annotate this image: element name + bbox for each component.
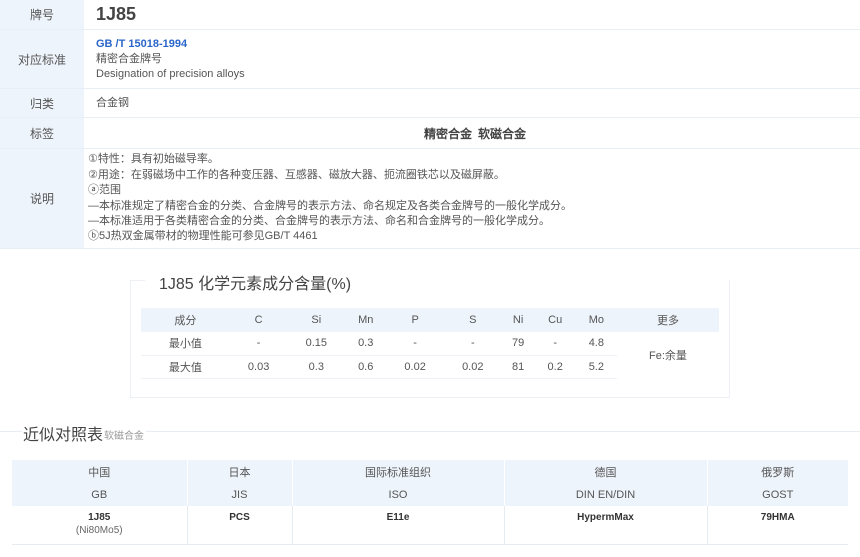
standard-name-en: Designation of precision alloys [96, 68, 245, 80]
xref-grade-name: PCS [229, 512, 250, 523]
grade-value: 1J85 [96, 4, 137, 24]
comp-header-cell: Mn [345, 308, 387, 332]
category-label: 归类 [0, 89, 84, 117]
xref-grade-note: (Ni80Mo5) [75, 525, 123, 536]
xref-grade-name: E11e [386, 512, 410, 523]
description-label: 说明 [0, 149, 84, 248]
description-line: —本标准适用于各类精密合金的分类、合金牌号的表示方法、命名和合金牌号的一般化学成… [88, 214, 550, 227]
xref-standard-row: GB JIS ISO DIN EN/DIN GOST [12, 483, 848, 506]
comp-header-cell: Mo [575, 308, 617, 332]
xref-grade-cell[interactable]: E11e [291, 506, 504, 545]
description-row: 说明 ①特性：具有初始磁导率。 ②用途：在弱磁场中工作的各种变压器、互感器、磁放… [0, 149, 860, 249]
standard-label: 对应标准 [0, 30, 84, 88]
comp-header-cell: Cu [534, 308, 576, 332]
comp-cell: 0.03 [229, 355, 288, 379]
xref-country-cell: 日本 [186, 460, 292, 483]
comp-header-cell: S [443, 308, 502, 332]
comp-row-label: 最大值 [141, 355, 230, 379]
tag-soft-magnetic-alloy[interactable]: 软磁合金 [478, 125, 526, 142]
comp-header-cell: P [386, 308, 444, 332]
xref-standard-cell: GOST [706, 483, 848, 506]
comp-row-label: 最小值 [141, 332, 230, 356]
xref-subtitle: 软磁合金 [104, 431, 144, 442]
xref-standard-cell: JIS [186, 483, 292, 506]
comp-header-cell: 成分 [141, 308, 230, 332]
xref-table: 中国 日本 国际标准组织 德国 俄罗斯 GB JIS ISO DIN EN/DI… [12, 460, 848, 545]
xref-country-cell: 国际标准组织 [291, 460, 504, 483]
xref-grade-name: 79HMA [760, 512, 795, 523]
xref-grade-name: 1J85 [88, 512, 111, 523]
description-line: ①特性：具有初始磁导率。 [88, 153, 219, 166]
comp-cell: 5.2 [575, 355, 617, 379]
comp-cell: 0.2 [534, 355, 576, 379]
comp-cell: - [534, 332, 576, 356]
xref-country-cell: 中国 [12, 460, 187, 483]
tags-label: 标签 [0, 118, 84, 148]
comp-cell: 0.6 [345, 355, 387, 379]
comp-header-cell: C [229, 308, 288, 332]
comp-cell: - [443, 332, 502, 356]
grade-row: 牌号 1J85 [0, 0, 860, 30]
xref-title: 近似对照表 [23, 427, 104, 444]
xref-divider-right [146, 431, 860, 432]
standard-name-cn: 精密合金牌号 [96, 53, 162, 65]
standard-code-link[interactable]: GB /T 15018-1994 [96, 36, 860, 52]
comp-header-cell: Ni [501, 308, 535, 332]
xref-grade-cell[interactable]: HypermMax [503, 506, 707, 545]
comp-cell: 0.3 [345, 332, 387, 356]
xref-country-cell: 德国 [503, 460, 707, 483]
xref-standard-cell: ISO [291, 483, 504, 506]
comp-cell: 0.3 [287, 355, 346, 379]
comp-cell: 0.02 [443, 355, 502, 379]
composition-title: 1J85 化学元素成分含量(%) [153, 270, 358, 294]
composition-table: 成分 C Si Mn P S Ni Cu Mo 更多 最小值 - 0.15 0.… [141, 308, 719, 379]
description-line: ⓐ范围 [88, 184, 121, 197]
xref-grade-cell[interactable]: PCS [186, 506, 292, 545]
category-value: 合金钢 [96, 96, 129, 109]
description-line: —本标准规定了精密合金的分类、合金牌号的表示方法、命名规定及各类合金牌号的一般化… [88, 199, 572, 212]
xref-grade-cell[interactable]: 1J85 (Ni80Mo5) [12, 506, 187, 545]
comp-header-more: 更多 [616, 308, 719, 332]
composition-header-row: 成分 C Si Mn P S Ni Cu Mo 更多 [141, 308, 719, 332]
comp-cell: - [386, 332, 444, 356]
description-line: ⓑ5J热双金属带材的物理性能可参见GB/T 4461 [88, 230, 318, 243]
comp-cell: 0.15 [287, 332, 346, 356]
xref-standard-cell: GB [12, 483, 187, 506]
comp-more-value: Fe:余量 [649, 350, 687, 362]
comp-cell: 0.02 [386, 355, 444, 379]
grade-label: 牌号 [0, 0, 84, 29]
description-line: ②用途：在弱磁场中工作的各种变压器、互感器、磁放大器、扼流圈铁芯以及磁屏蔽。 [88, 168, 505, 181]
xref-country-row: 中国 日本 国际标准组织 德国 俄罗斯 [12, 460, 848, 483]
standard-row: 对应标准 GB /T 15018-1994 精密合金牌号 Designation… [0, 30, 860, 89]
xref-grade-name: HypermMax [577, 512, 634, 523]
comp-header-cell: Si [287, 308, 346, 332]
alloy-info-table: 牌号 1J85 对应标准 GB /T 15018-1994 精密合金牌号 Des… [0, 0, 860, 249]
xref-grade-cell[interactable]: 79HMA [706, 506, 848, 545]
comp-cell: 81 [501, 355, 535, 379]
xref-standard-cell: DIN EN/DIN [503, 483, 707, 506]
tags-row: 标签 精密合金 软磁合金 [0, 118, 860, 149]
comp-cell: - [229, 332, 288, 356]
category-row: 归类 合金钢 [0, 89, 860, 118]
xref-country-cell: 俄罗斯 [706, 460, 848, 483]
xref-grade-row: 1J85 (Ni80Mo5) PCS E11e HypermMax 79HMA [12, 506, 848, 545]
comp-cell: 79 [501, 332, 535, 356]
tag-precision-alloy[interactable]: 精密合金 [424, 125, 472, 142]
comp-cell: 4.8 [575, 332, 617, 356]
xref-divider-left [0, 431, 22, 432]
composition-min-row: 最小值 - 0.15 0.3 - - 79 - 4.8 Fe:余量 [141, 332, 719, 362]
